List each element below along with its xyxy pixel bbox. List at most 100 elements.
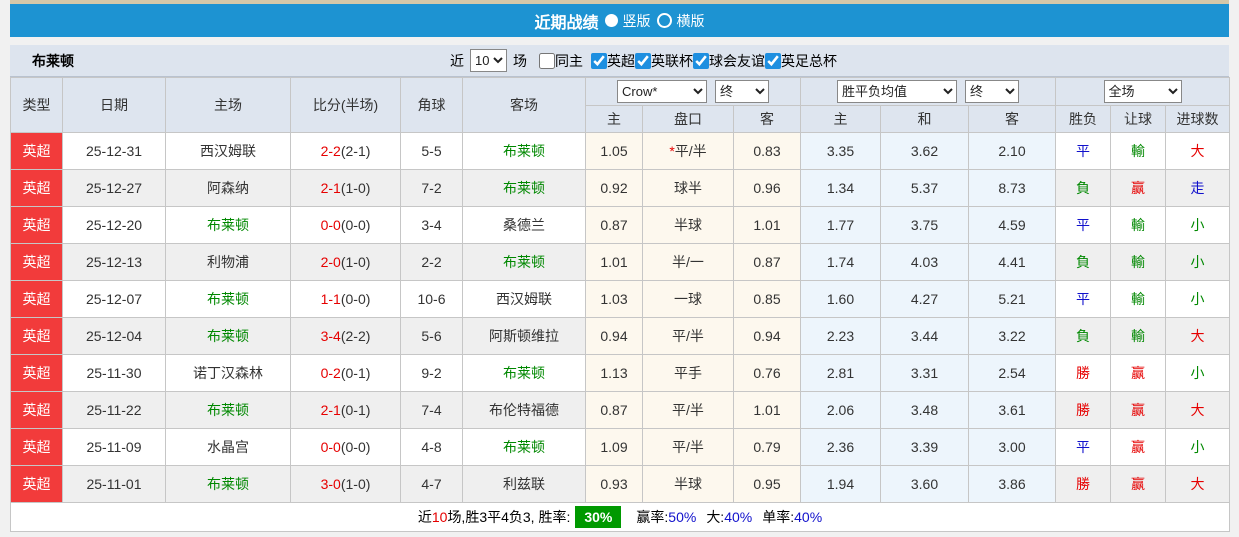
corner-score: 9-2 bbox=[400, 354, 463, 392]
mean-home: 1.34 bbox=[800, 169, 881, 207]
mean-home: 2.81 bbox=[800, 354, 881, 392]
result-goals: 大 bbox=[1164, 317, 1231, 355]
match-score: 0-0(0-0) bbox=[290, 428, 401, 466]
away-team: 布莱顿 bbox=[462, 132, 586, 170]
result-goals: 小 bbox=[1164, 243, 1231, 281]
odds-away: 1.01 bbox=[733, 206, 801, 244]
competition-checkbox[interactable] bbox=[765, 52, 781, 69]
odds-home: 0.92 bbox=[585, 169, 643, 207]
mean-away: 3.86 bbox=[968, 465, 1056, 503]
mean-type-select[interactable]: 胜平负均值 bbox=[837, 80, 957, 103]
mean-away: 5.21 bbox=[968, 280, 1056, 318]
result-goals: 大 bbox=[1164, 465, 1231, 503]
handicap: 球半 bbox=[642, 169, 734, 207]
summary-near: 近 bbox=[417, 509, 432, 525]
corner-score: 7-4 bbox=[400, 391, 463, 429]
match-score: 3-0(1-0) bbox=[290, 465, 401, 503]
result-outcome: 勝 bbox=[1055, 354, 1111, 392]
home-team: 阿森纳 bbox=[165, 169, 291, 207]
handicap: 一球 bbox=[642, 280, 734, 318]
handicap: 半/一 bbox=[642, 243, 734, 281]
result-handicap: 赢 bbox=[1110, 169, 1166, 207]
handicap: *平/半 bbox=[642, 132, 734, 170]
match-date: 25-11-01 bbox=[62, 465, 166, 503]
result-outcome: 勝 bbox=[1055, 465, 1111, 503]
competition-filter[interactable]: 英联杯 bbox=[635, 51, 693, 71]
vertical-layout-label[interactable]: 竖版 bbox=[623, 11, 651, 31]
result-outcome: 負 bbox=[1055, 169, 1111, 207]
result-handicap: 輸 bbox=[1110, 280, 1166, 318]
away-team: 布伦特福德 bbox=[462, 391, 586, 429]
scope-select[interactable]: 全场 bbox=[1103, 80, 1182, 103]
match-date: 25-11-22 bbox=[62, 391, 166, 429]
competition-filter[interactable]: 英足总杯 bbox=[765, 51, 837, 71]
layout-option-horizontal[interactable]: 横版 bbox=[656, 11, 705, 31]
subcol-odds-home: 主 bbox=[585, 105, 643, 133]
subcol-mean-draw: 和 bbox=[880, 105, 969, 133]
away-team: 布莱顿 bbox=[462, 354, 586, 392]
summary-win-label: 赢率: bbox=[636, 509, 669, 525]
competition-label[interactable]: 英超 bbox=[607, 51, 635, 71]
odds-away: 0.94 bbox=[733, 317, 801, 355]
games-suffix-label: 场 bbox=[513, 52, 527, 69]
odds-state-select[interactable]: 终 bbox=[715, 80, 769, 103]
odds-home: 1.01 bbox=[585, 243, 643, 281]
competition-checkbox[interactable] bbox=[635, 52, 651, 69]
radio-selected-icon[interactable] bbox=[604, 14, 618, 27]
competition-checkbox[interactable] bbox=[591, 52, 607, 69]
competition-label[interactable]: 英联杯 bbox=[651, 51, 693, 71]
match-date: 25-12-20 bbox=[62, 206, 166, 244]
summary-row: 近10场,胜3平4负3, 胜率: 30% 赢率:50% 大:40% 单率:40% bbox=[9, 502, 1231, 532]
subcol-goals-result: 进球数 bbox=[1164, 105, 1231, 133]
away-team: 阿斯顿维拉 bbox=[462, 317, 586, 355]
corner-score: 2-2 bbox=[400, 243, 463, 281]
competition-checkbox[interactable] bbox=[693, 52, 709, 69]
mean-away: 2.54 bbox=[968, 354, 1056, 392]
odds-home: 1.05 bbox=[585, 132, 643, 170]
mean-state-select[interactable]: 终 bbox=[965, 80, 1019, 103]
subcol-mean-home: 主 bbox=[800, 105, 881, 133]
competition-label[interactable]: 球会友谊 bbox=[709, 51, 765, 71]
league-badge: 英超 bbox=[10, 354, 63, 392]
same-home-filter[interactable]: 同主 bbox=[539, 51, 583, 71]
mean-home: 1.77 bbox=[800, 206, 881, 244]
odds-away: 0.95 bbox=[733, 465, 801, 503]
result-outcome: 平 bbox=[1055, 132, 1111, 170]
odds-company-select[interactable]: Crow* bbox=[617, 80, 707, 103]
table-row: 英超 25-12-31 西汉姆联 2-2(2-1) 5-5 布莱顿 1.05 *平/半 0.83… bbox=[10, 132, 1231, 170]
same-home-label[interactable]: 同主 bbox=[555, 51, 583, 71]
competition-filter[interactable]: 球会友谊 bbox=[693, 51, 765, 71]
games-count-select[interactable]: 10 bbox=[470, 49, 507, 72]
horizontal-layout-label[interactable]: 横版 bbox=[677, 11, 705, 31]
same-home-checkbox[interactable] bbox=[539, 52, 555, 69]
competition-label[interactable]: 英足总杯 bbox=[781, 51, 837, 71]
table-row: 英超 25-12-07 布莱顿 1-1(0-0) 10-6 西汉姆联 1.03 一球 0.85 1… bbox=[10, 280, 1231, 318]
layout-option-vertical[interactable]: 竖版 bbox=[604, 11, 651, 31]
mean-draw: 3.75 bbox=[880, 206, 969, 244]
mean-home: 1.94 bbox=[800, 465, 881, 503]
odds-select-group: Crow* 终 bbox=[585, 77, 801, 106]
league-badge: 英超 bbox=[10, 169, 63, 207]
mean-draw: 5.37 bbox=[880, 169, 969, 207]
odds-away: 1.01 bbox=[733, 391, 801, 429]
home-team: 布莱顿 bbox=[165, 280, 291, 318]
away-team: 利兹联 bbox=[462, 465, 586, 503]
mean-draw: 3.48 bbox=[880, 391, 969, 429]
summary-win-rate-badge: 30% bbox=[575, 506, 622, 528]
competition-filter[interactable]: 英超 bbox=[591, 51, 635, 71]
corner-score: 5-6 bbox=[400, 317, 463, 355]
col-header-home: 主场 bbox=[165, 77, 291, 133]
result-goals: 小 bbox=[1164, 206, 1231, 244]
match-date: 25-12-27 bbox=[62, 169, 166, 207]
mean-home: 1.74 bbox=[800, 243, 881, 281]
result-handicap: 赢 bbox=[1110, 391, 1166, 429]
subcol-mean-away: 客 bbox=[968, 105, 1056, 133]
result-goals: 小 bbox=[1164, 428, 1231, 466]
radio-unselected-icon[interactable] bbox=[656, 13, 672, 28]
summary-record: 场,胜3平4负3, 胜率: bbox=[447, 509, 571, 525]
mean-select-group: 胜平负均值 终 bbox=[800, 77, 1056, 106]
col-header-corner: 角球 bbox=[400, 77, 463, 133]
odds-home: 0.87 bbox=[585, 206, 643, 244]
match-date: 25-11-30 bbox=[62, 354, 166, 392]
